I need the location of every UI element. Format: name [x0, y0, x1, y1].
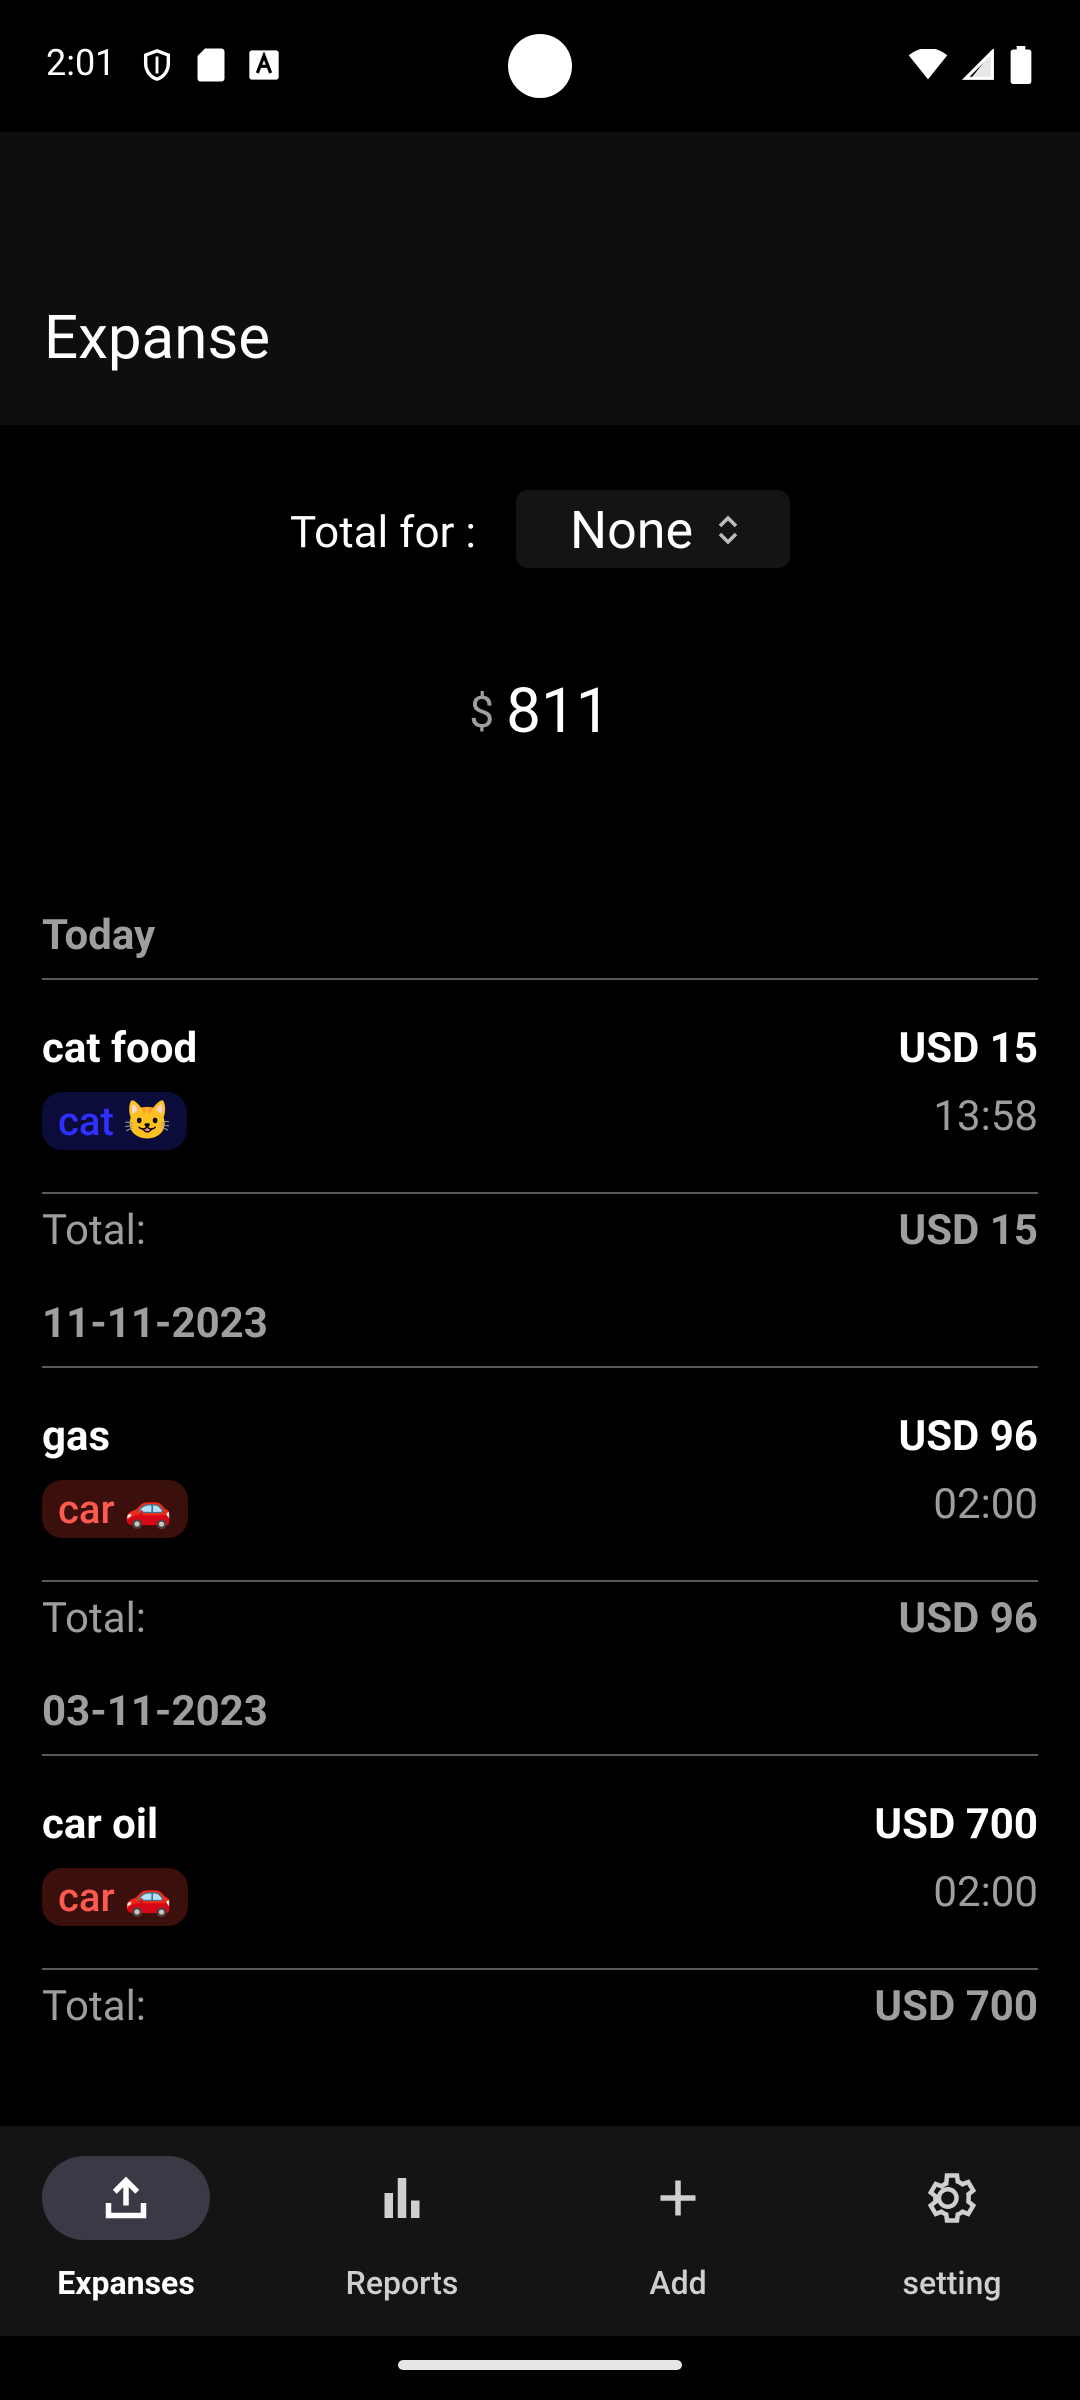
nav-item-reports[interactable]: Reports	[292, 2156, 512, 2306]
upload-icon	[105, 2176, 147, 2219]
total-filter-row: Total for : None	[0, 490, 1080, 570]
wifi-icon	[908, 49, 948, 80]
bar-chart-icon	[384, 2178, 420, 2218]
expense-item[interactable]: gas USD 96 car 🚗 02:00	[42, 1368, 1038, 1580]
cat-face-icon: 😺	[123, 1099, 172, 1143]
group-total-amount: USD 96	[898, 1594, 1038, 1643]
group-total-row: Total: USD 15	[42, 1194, 1038, 1268]
category-tag-label: cat	[58, 1097, 114, 1145]
plus-icon	[660, 2180, 696, 2216]
group-total-label: Total:	[42, 1982, 146, 2031]
nav-label: Reports	[345, 2264, 459, 2302]
sd-card-icon	[197, 48, 225, 82]
expense-name: cat food	[42, 1024, 198, 1073]
expense-name: gas	[42, 1412, 111, 1461]
shield-icon	[143, 49, 171, 81]
font-icon	[249, 50, 279, 80]
nav-item-add[interactable]: Add	[568, 2156, 788, 2306]
page-title: Expanse	[44, 302, 271, 373]
expense-time: 13:58	[933, 1092, 1038, 1141]
group-total-label: Total:	[42, 1206, 146, 1255]
currency-symbol: $	[469, 685, 495, 738]
nav-label: Add	[649, 2264, 707, 2302]
expense-amount: USD 15	[898, 1024, 1038, 1073]
home-indicator[interactable]	[398, 2360, 682, 2370]
bottom-navigation: Expanses Reports Add setting	[0, 2126, 1080, 2336]
expense-time: 02:00	[933, 1868, 1038, 1917]
category-tag: car 🚗	[42, 1868, 188, 1926]
unfold-icon	[718, 515, 738, 545]
gear-icon	[927, 2173, 977, 2223]
category-tag: car 🚗	[42, 1480, 188, 1538]
group-total-row: Total: USD 96	[42, 1582, 1038, 1656]
expense-item[interactable]: car oil USD 700 car 🚗 02:00	[42, 1756, 1038, 1968]
status-icons-left	[140, 46, 280, 84]
expense-item[interactable]: cat food USD 15 cat 😺 13:58	[42, 980, 1038, 1192]
expense-time: 02:00	[933, 1480, 1038, 1529]
expense-name: car oil	[42, 1800, 159, 1849]
car-icon: 🚗	[124, 1875, 172, 1919]
expense-amount: USD 700	[874, 1800, 1038, 1849]
expense-list: Today cat food USD 15 cat 😺 13:58 Total:…	[42, 880, 1038, 2044]
camera-cutout	[508, 34, 572, 98]
nav-item-expanses[interactable]: Expanses	[16, 2156, 236, 2306]
status-icons-right	[908, 46, 1032, 84]
group-total-amount: USD 700	[874, 1982, 1038, 2031]
group-date-header: 03-11-2023	[42, 1686, 268, 1736]
total-filter-value: None	[570, 500, 694, 561]
category-tag-label: car	[58, 1485, 115, 1533]
status-time: 2:01	[46, 42, 116, 84]
car-icon: 🚗	[124, 1487, 172, 1531]
expense-amount: USD 96	[898, 1412, 1038, 1461]
total-for-label: Total for :	[290, 506, 477, 558]
signal-icon	[962, 49, 994, 80]
group-total-label: Total:	[42, 1594, 146, 1643]
grand-total-amount: 811	[506, 675, 611, 748]
group-date-header: 11-11-2023	[42, 1298, 268, 1348]
nav-label: setting	[902, 2264, 1002, 2302]
category-tag-label: car	[58, 1873, 115, 1921]
nav-label: Expanses	[57, 2264, 195, 2302]
group-total-row: Total: USD 700	[42, 1970, 1038, 2044]
status-bar: 2:01	[0, 0, 1080, 132]
battery-icon	[1010, 46, 1032, 84]
top-app-bar: Expanse	[0, 132, 1080, 425]
grand-total: $811	[0, 675, 1080, 748]
nav-item-setting[interactable]: setting	[842, 2156, 1062, 2306]
total-filter-select[interactable]: None	[516, 490, 790, 568]
category-tag: cat 😺	[42, 1092, 188, 1150]
group-date-header: Today	[42, 910, 156, 960]
group-total-amount: USD 15	[898, 1206, 1038, 1255]
